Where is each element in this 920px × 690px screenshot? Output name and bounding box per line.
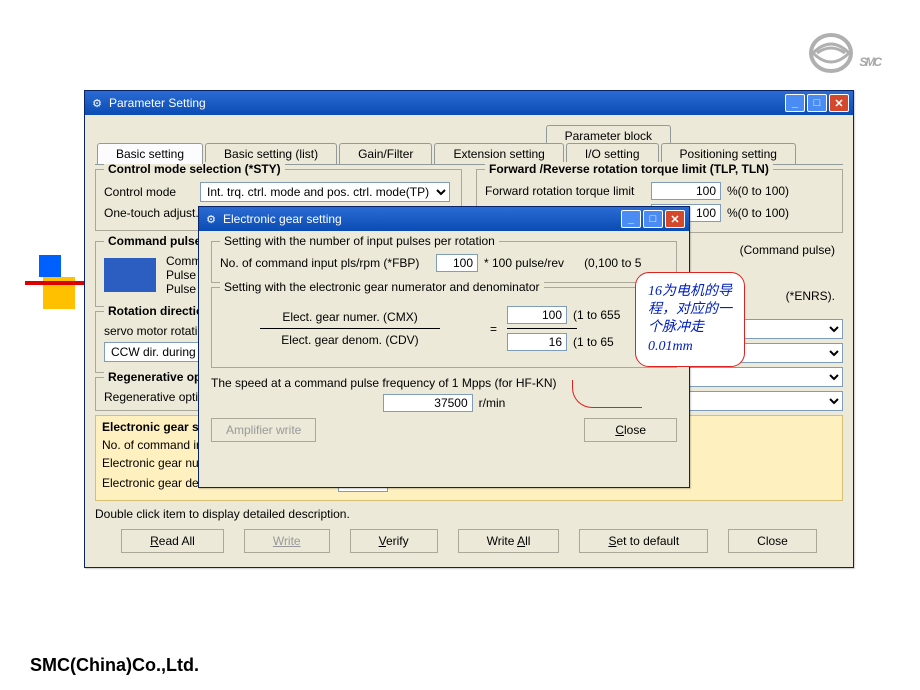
equals: = — [490, 322, 497, 336]
logo: SMC — [809, 28, 880, 76]
app-icon: ⚙ — [89, 95, 105, 111]
fbp-input[interactable] — [436, 254, 478, 272]
cmx-range: (1 to 655 — [573, 308, 620, 322]
cmx-cdv-group: Setting with the electronic gear numerat… — [211, 287, 677, 368]
sub-close-button[interactable]: ✕ — [665, 210, 685, 228]
sub-titlebar[interactable]: ⚙ Electronic gear setting _ □ ✕ — [199, 207, 689, 231]
torque-unit: %(0 to 100) — [727, 184, 789, 198]
window-title: Parameter Setting — [109, 96, 206, 110]
speed-label: The speed at a command pulse frequency o… — [211, 376, 557, 390]
egear-a: No. of command in — [102, 438, 203, 452]
cmx-input[interactable] — [507, 306, 567, 324]
tab-io-setting[interactable]: I/O setting — [566, 143, 659, 164]
electronic-gear-window: ⚙ Electronic gear setting _ □ ✕ Setting … — [198, 206, 690, 488]
group-legend: Regenerative opti — [104, 370, 213, 384]
amplifier-write-button[interactable]: Amplifier write — [211, 418, 316, 442]
egear-b: Electronic gear nu — [102, 456, 199, 470]
tab-gain-filter[interactable]: Gain/Filter — [339, 143, 432, 164]
fbp-label: No. of command input pls/rpm (*FBP) — [220, 256, 430, 270]
fbp-group: Setting with the number of input pulses … — [211, 241, 677, 283]
sub-minimize-button[interactable]: _ — [621, 210, 641, 228]
speed-unit: r/min — [479, 396, 506, 410]
egear-legend: Electronic gear se — [102, 420, 205, 434]
maximize-button[interactable]: □ — [807, 94, 827, 112]
close-button-main[interactable]: Close — [728, 529, 817, 553]
cdv-label: Elect. gear denom. (CDV) — [281, 333, 418, 347]
footer-text: SMC(China)Co.,Ltd. — [30, 655, 199, 676]
cdv-range: (1 to 65 — [573, 335, 614, 349]
sub-close-button2[interactable]: Close — [584, 418, 677, 442]
app-icon: ⚙ — [203, 211, 219, 227]
speed-output — [383, 394, 473, 412]
control-mode-label: Control mode — [104, 185, 194, 199]
pulse-icon — [104, 258, 156, 292]
titlebar[interactable]: ⚙ Parameter Setting _ □ ✕ — [85, 91, 853, 115]
tab-positioning-setting[interactable]: Positioning setting — [661, 143, 796, 164]
group-legend: Setting with the electronic gear numerat… — [220, 280, 544, 294]
tab-basic-setting[interactable]: Basic setting — [97, 143, 203, 164]
fbp-suffix: * 100 pulse/rev — [484, 256, 564, 270]
read-all-button[interactable]: RRead Allead All — [121, 529, 224, 553]
cdv-input[interactable] — [507, 333, 567, 351]
group-legend: Control mode selection (*STY) — [104, 162, 285, 176]
cmx-label: Elect. gear numer. (CMX) — [282, 310, 417, 324]
minimize-button[interactable]: _ — [785, 94, 805, 112]
tabstrip: Parameter block Basic setting Basic sett… — [95, 125, 843, 165]
verify-button[interactable]: Verify — [350, 529, 438, 553]
fwd-torque-label: Forward rotation torque limit — [485, 184, 645, 198]
fbp-range: (0,100 to 5 — [584, 256, 641, 270]
set-default-button[interactable]: Set to default — [579, 529, 708, 553]
callout-tail — [572, 380, 642, 408]
hint-text: Double click item to display detailed de… — [95, 507, 843, 521]
rot-label: servo motor rotati — [104, 324, 197, 338]
regen-label: Regenerative optio — [104, 390, 205, 404]
close-button[interactable]: ✕ — [829, 94, 849, 112]
torque-unit2: %(0 to 100) — [727, 206, 789, 220]
sub-window-title: Electronic gear setting — [223, 212, 342, 226]
tab-extension-setting[interactable]: Extension setting — [434, 143, 563, 164]
sub-maximize-button[interactable]: □ — [643, 210, 663, 228]
tab-basic-setting-list[interactable]: Basic setting (list) — [205, 143, 337, 164]
group-legend: Setting with the number of input pulses … — [220, 234, 499, 248]
control-mode-combo[interactable]: Int. trq. ctrl. mode and pos. ctrl. mode… — [200, 182, 450, 202]
write-all-button[interactable]: Write All — [458, 529, 560, 553]
fwd-torque-input[interactable] — [651, 182, 721, 200]
callout-annotation: 16为电机的导程，对应的一个脉冲走0.01mm — [635, 272, 745, 367]
write-button[interactable]: Write — [244, 529, 330, 553]
group-legend: Forward /Reverse rotation torque limit (… — [485, 162, 773, 176]
one-touch-label: One-touch adjust. — [104, 206, 199, 220]
